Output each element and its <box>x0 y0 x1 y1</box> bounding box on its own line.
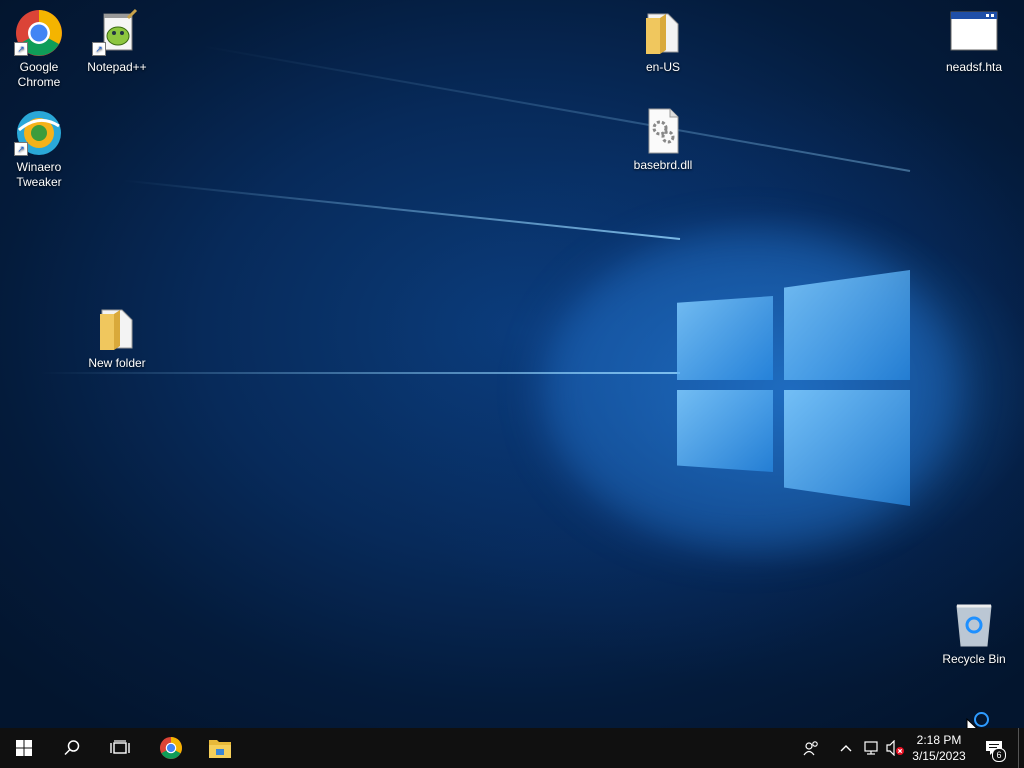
busy-spinner-icon <box>974 712 989 727</box>
wallpaper-pane <box>784 390 910 506</box>
taskbar: 2:18 PM 3/15/2023 6 <box>0 728 1024 768</box>
people-icon <box>803 741 818 756</box>
wallpaper-beam <box>122 179 681 240</box>
start-icon <box>16 740 32 756</box>
folder-icon <box>638 8 688 58</box>
search-icon <box>64 740 80 756</box>
clock-time: 2:18 PM <box>916 733 962 747</box>
desktop-icon-google-chrome[interactable]: ↗ Google Chrome <box>3 8 75 90</box>
winaero-tweaker-icon: ↗ <box>14 108 64 158</box>
chevron-up-icon <box>840 745 852 752</box>
search-button[interactable] <box>48 728 96 768</box>
shortcut-arrow-icon: ↗ <box>92 42 106 56</box>
taskbar-file-explorer-button[interactable] <box>196 728 244 768</box>
desktop-icon-label: New folder <box>88 356 146 370</box>
clock-button[interactable]: 2:18 PM 3/15/2023 <box>908 728 970 768</box>
notification-count-badge: 6 <box>992 748 1006 762</box>
network-icon <box>864 741 878 755</box>
notepad-plus-plus-icon: ↗ <box>92 8 142 58</box>
desktop[interactable]: ↗ Google Chrome ↗ Notepad++ en-US neadsf… <box>0 0 1024 728</box>
desktop-icon-label: Winaero Tweaker <box>16 160 62 189</box>
task-view-button[interactable] <box>96 728 144 768</box>
volume-button[interactable] <box>884 728 906 768</box>
desktop-icon-neadsf-hta[interactable]: neadsf.hta <box>938 8 1010 75</box>
desktop-icon-label: Google Chrome <box>17 60 61 89</box>
desktop-icon-recycle-bin[interactable]: Recycle Bin <box>938 600 1010 667</box>
volume-muted-icon <box>886 740 904 756</box>
desktop-icon-notepad-plus-plus[interactable]: ↗ Notepad++ <box>81 8 153 75</box>
desktop-icon-label: neadsf.hta <box>945 60 1003 74</box>
file-explorer-icon <box>209 740 231 758</box>
task-view-icon <box>110 740 130 754</box>
shortcut-arrow-icon: ↗ <box>14 42 28 56</box>
chrome-icon <box>159 736 183 760</box>
chrome-icon: ↗ <box>14 8 64 58</box>
desktop-icon-new-folder[interactable]: New folder <box>81 304 153 371</box>
start-button[interactable] <box>0 728 48 768</box>
folder-icon <box>92 304 142 354</box>
dll-file-icon <box>638 106 688 156</box>
desktop-icon-label: Notepad++ <box>87 60 147 74</box>
clock-date: 3/15/2023 <box>912 749 966 763</box>
hta-application-icon <box>949 8 999 58</box>
shortcut-arrow-icon: ↗ <box>14 142 28 156</box>
wallpaper-pane <box>677 296 773 380</box>
wallpaper-pane <box>677 390 773 472</box>
wallpaper-beam <box>40 372 680 374</box>
show-desktop-button[interactable] <box>1018 728 1024 768</box>
desktop-icon-en-us[interactable]: en-US <box>627 8 699 75</box>
wallpaper-beam <box>200 44 911 172</box>
desktop-icon-label: en-US <box>645 60 680 74</box>
desktop-icon-label: basebrd.dll <box>633 158 693 172</box>
action-center-button[interactable]: 6 <box>978 728 1010 768</box>
desktop-icon-label: Recycle Bin <box>942 652 1006 666</box>
show-hidden-icons-button[interactable] <box>836 728 856 768</box>
people-button[interactable] <box>798 728 824 768</box>
network-button[interactable] <box>860 728 882 768</box>
recycle-bin-icon <box>949 600 999 650</box>
desktop-icon-basebrd-dll[interactable]: basebrd.dll <box>627 106 699 173</box>
taskbar-chrome-button[interactable] <box>147 728 195 768</box>
desktop-icon-winaero-tweaker[interactable]: ↗ Winaero Tweaker <box>3 108 75 190</box>
wallpaper-pane <box>784 270 910 380</box>
